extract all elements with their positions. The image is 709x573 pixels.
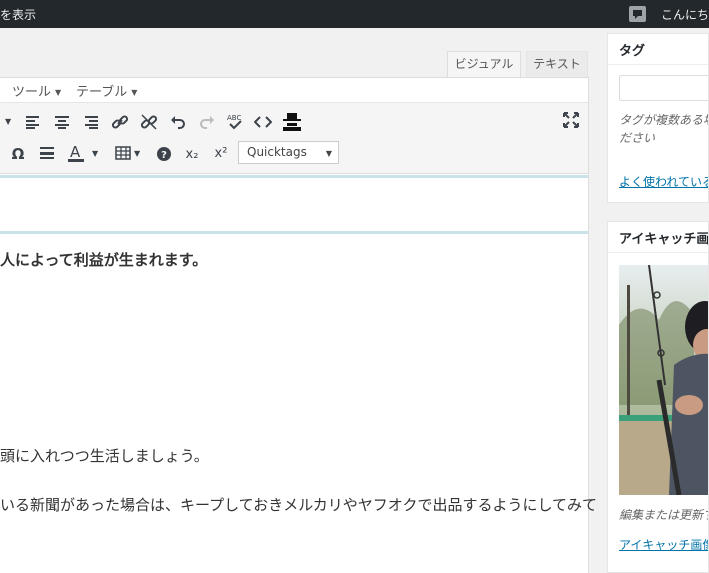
- tags-title: タグ: [608, 34, 708, 65]
- chevron-down-icon[interactable]: ▼: [92, 149, 98, 158]
- content-line[interactable]: いる新聞があった場合は、キープしておきメルカリやヤフオクで出品するようにしてみて: [0, 494, 597, 515]
- align-left-icon[interactable]: [21, 110, 45, 134]
- featured-image-hint: 編集または更新す: [619, 508, 709, 522]
- content-line[interactable]: 人によって利益が生まれます。: [0, 249, 207, 270]
- menu-table[interactable]: テーブル ▼: [76, 81, 137, 100]
- link-icon[interactable]: [108, 110, 132, 134]
- chevron-down-icon[interactable]: ▼: [134, 149, 140, 158]
- code-icon[interactable]: [251, 110, 275, 134]
- featured-image-box: アイキャッチ画像 編集または更新す アイキャッチ: [607, 221, 709, 573]
- tags-box: タグ タグが複数ある場 ださい よく使われている: [607, 33, 709, 203]
- featured-image-link[interactable]: アイキャッチ画像: [619, 536, 708, 553]
- undo-icon[interactable]: [166, 110, 190, 134]
- tab-visual[interactable]: ビジュアル: [447, 51, 521, 78]
- featured-image-thumbnail[interactable]: [619, 265, 708, 495]
- chevron-down-icon: ▼: [55, 88, 62, 97]
- editor: ツール ▼ テーブル ▼ ▼ ABC Ω A ▼ ▼ ? x₂ x² Quick…: [0, 77, 597, 573]
- tab-text[interactable]: テキスト: [526, 51, 588, 78]
- chevron-down-icon[interactable]: ▼: [5, 117, 11, 126]
- subscript-icon[interactable]: x₂: [180, 142, 204, 166]
- toolbar-toggle-icon[interactable]: [280, 110, 304, 134]
- content-block-border-bottom: [0, 231, 588, 234]
- quicktags-select[interactable]: Quicktags ▼: [238, 141, 339, 164]
- horizontal-rule-icon[interactable]: [35, 141, 59, 165]
- view-site-link[interactable]: を表示: [0, 6, 36, 23]
- tags-hint: タグが複数ある場: [619, 113, 709, 127]
- text-color-icon[interactable]: A: [64, 141, 88, 165]
- align-center-icon[interactable]: [50, 110, 74, 134]
- table-icon[interactable]: [111, 141, 135, 165]
- editor-menubar: ツール ▼ テーブル ▼: [0, 78, 588, 103]
- account-greeting[interactable]: こんにち: [661, 6, 709, 23]
- tags-hint: ださい: [619, 131, 656, 145]
- text-color-glyph: A: [70, 143, 81, 161]
- help-glyph: ?: [161, 150, 167, 161]
- svg-text:ABC: ABC: [227, 114, 241, 122]
- spellcheck-icon[interactable]: ABC: [223, 110, 247, 134]
- superscript-icon[interactable]: x²: [209, 141, 233, 165]
- chevron-down-icon: ▼: [131, 88, 138, 97]
- content-block-border-top: [0, 175, 588, 178]
- featured-image-title: アイキャッチ画像: [608, 222, 708, 253]
- omega-icon[interactable]: Ω: [6, 142, 30, 166]
- help-icon[interactable]: ?: [152, 142, 176, 166]
- fullscreen-icon[interactable]: [559, 108, 583, 132]
- redo-icon[interactable]: [195, 110, 219, 134]
- comment-bubble-icon[interactable]: [629, 6, 646, 22]
- menu-tools[interactable]: ツール ▼: [12, 81, 61, 100]
- popular-tags-link[interactable]: よく使われている: [619, 173, 708, 190]
- tag-input[interactable]: [619, 75, 708, 101]
- chevron-down-icon: ▼: [325, 149, 332, 158]
- align-right-icon[interactable]: [79, 110, 103, 134]
- content-line[interactable]: 頭に入れつつ生活しましょう。: [0, 445, 209, 466]
- admin-bar: を表示 こんにち: [0, 0, 709, 28]
- unlink-icon[interactable]: [137, 110, 161, 134]
